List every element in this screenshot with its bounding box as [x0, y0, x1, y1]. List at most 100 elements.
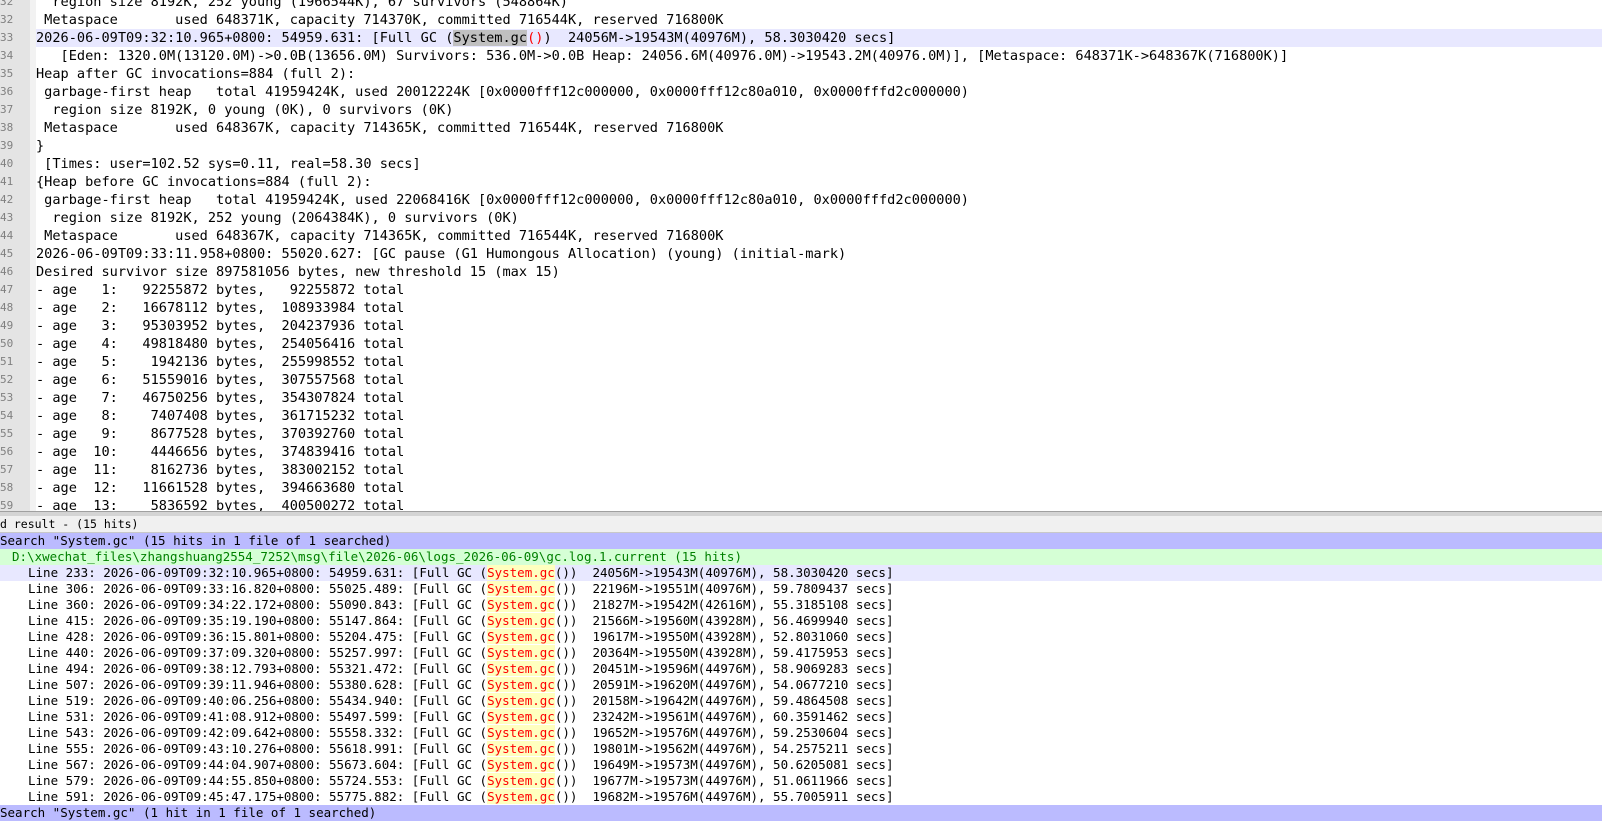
editor-line[interactable]: 53 - age 7: 46750256 bytes, 354307824 tot…	[0, 389, 1602, 407]
selected-match: System.gc	[453, 30, 528, 46]
editor-pane[interactable]: 32 region size 8192K, 252 young (1966544…	[0, 0, 1602, 511]
hit-match: System.gc	[487, 677, 555, 692]
find-results-panel[interactable]: Search "System.gc" (15 hits in 1 file of…	[0, 533, 1602, 829]
editor-line[interactable]: 40 [Times: user=102.52 sys=0.11, real=58…	[0, 155, 1602, 173]
hit-line-number: Line 543:	[28, 725, 96, 740]
hit-line[interactable]: Line 428: 2026-06-09T09:36:15.801+0800: …	[0, 629, 1602, 645]
editor-line[interactable]: 55 - age 9: 8677528 bytes, 370392760 tota…	[0, 425, 1602, 443]
editor-line[interactable]: 32 region size 8192K, 252 young (1966544…	[0, 0, 1602, 11]
hit-match: System.gc	[487, 581, 555, 596]
hit-line[interactable]: Line 415: 2026-06-09T09:35:19.190+0800: …	[0, 613, 1602, 629]
editor-line[interactable]: 34 [Eden: 1320.0M(13120.0M)->0.0B(13656.…	[0, 47, 1602, 65]
line-number-text: 37	[0, 103, 14, 116]
hit-text: 2026-06-09T09:44:04.907+0800: 55673.604:…	[95, 757, 488, 772]
line-number: 51	[0, 353, 30, 371]
hit-line[interactable]: Line 306: 2026-06-09T09:33:16.820+0800: …	[0, 581, 1602, 597]
hit-line[interactable]: Line 494: 2026-06-09T09:38:12.793+0800: …	[0, 661, 1602, 677]
line-number: 36	[0, 83, 30, 101]
code-text: - age 8: 7407408 bytes, 361715232 total	[36, 408, 405, 424]
line-number: 39	[0, 137, 30, 155]
editor-line[interactable]: 58 - age 12: 11661528 bytes, 394663680 to…	[0, 479, 1602, 497]
hit-text: ()) 21827M->19542M(42616M), 55.3185108 s…	[554, 597, 894, 612]
hit-line[interactable]: Line 519: 2026-06-09T09:40:06.256+0800: …	[0, 693, 1602, 709]
editor-line[interactable]: 45 2026-06-09T09:33:11.958+0800: 55020.62…	[0, 245, 1602, 263]
line-number-text: 52	[0, 373, 14, 386]
editor-line[interactable]: 56 - age 10: 4446656 bytes, 374839416 tot…	[0, 443, 1602, 461]
editor-lines[interactable]: 32 region size 8192K, 252 young (1966544…	[0, 0, 1602, 511]
hit-line-number: Line 507:	[28, 677, 96, 692]
hit-line-number: Line 579:	[28, 773, 96, 788]
line-number-text: 46	[0, 265, 14, 278]
line-number-text: 58	[0, 481, 14, 494]
hit-text: ()) 19649M->19573M(44976M), 50.6205081 s…	[554, 757, 894, 772]
hit-line-number: Line 440:	[28, 645, 96, 660]
hit-line[interactable]: Line 531: 2026-06-09T09:41:08.912+0800: …	[0, 709, 1602, 725]
brace-match: ()	[527, 30, 544, 46]
editor-line[interactable]: 42 garbage-first heap total 41959424K, u…	[0, 191, 1602, 209]
code-text: region size 8192K, 0 young (0K), 0 survi…	[36, 102, 454, 118]
hit-match: System.gc	[487, 773, 555, 788]
line-number: 56	[0, 443, 30, 461]
line-number: 43	[0, 209, 30, 227]
editor-line[interactable]: 44 Metaspace used 648367K, capacity 7143…	[0, 227, 1602, 245]
hit-line[interactable]: Line 440: 2026-06-09T09:37:09.320+0800: …	[0, 645, 1602, 661]
editor-line[interactable]: 57 - age 11: 8162736 bytes, 383002152 tot…	[0, 461, 1602, 479]
line-number: 54	[0, 407, 30, 425]
hit-text: ()) 22196M->19551M(40976M), 59.7809437 s…	[554, 581, 894, 596]
editor-line[interactable]: 51 - age 5: 1942136 bytes, 255998552 tota…	[0, 353, 1602, 371]
search-header[interactable]: Search "System.gc" (1 hit in 1 file of 1…	[0, 805, 1602, 821]
code-text: - age 9: 8677528 bytes, 370392760 total	[36, 426, 405, 442]
hit-line[interactable]: Line 591: 2026-06-09T09:45:47.175+0800: …	[0, 789, 1602, 805]
hit-match: System.gc	[487, 693, 555, 708]
code-text: garbage-first heap total 41959424K, used…	[36, 192, 969, 208]
editor-line[interactable]: 46 Desired survivor size 897581056 bytes,…	[0, 263, 1602, 281]
editor-line[interactable]: 47 - age 1: 92255872 bytes, 92255872 tota…	[0, 281, 1602, 299]
hit-match: System.gc	[487, 597, 555, 612]
editor-line[interactable]: 32 Metaspace used 648371K, capacity 7143…	[0, 11, 1602, 29]
search-header[interactable]: Search "System.gc" (15 hits in 1 file of…	[0, 533, 1602, 549]
line-number: 40	[0, 155, 30, 173]
line-number-text: 45	[0, 247, 14, 260]
hit-match: System.gc	[487, 757, 555, 772]
code-text: Metaspace used 648367K, capacity 714365K…	[36, 228, 724, 244]
editor-line[interactable]: 50 - age 4: 49818480 bytes, 254056416 tot…	[0, 335, 1602, 353]
code-text: {Heap before GC invocations=884 (full 2)…	[36, 174, 372, 190]
line-number: 35	[0, 65, 30, 83]
editor-line[interactable]: 52 - age 6: 51559016 bytes, 307557568 tot…	[0, 371, 1602, 389]
editor-line[interactable]: 36 garbage-first heap total 41959424K, u…	[0, 83, 1602, 101]
hit-text: 2026-06-09T09:44:55.850+0800: 55724.553:…	[95, 773, 488, 788]
hit-line[interactable]: Line 507: 2026-06-09T09:39:11.946+0800: …	[0, 677, 1602, 693]
hit-line[interactable]: Line 360: 2026-06-09T09:34:22.172+0800: …	[0, 597, 1602, 613]
editor-line[interactable]: 33 2026-06-09T09:32:10.965+0800: 54959.63…	[0, 29, 1602, 47]
editor-line[interactable]: 54 - age 8: 7407408 bytes, 361715232 tota…	[0, 407, 1602, 425]
editor-line[interactable]: 49 - age 3: 95303952 bytes, 204237936 tot…	[0, 317, 1602, 335]
line-number: 38	[0, 119, 30, 137]
line-number-text: 51	[0, 355, 14, 368]
editor-line[interactable]: 43 region size 8192K, 252 young (2064384…	[0, 209, 1602, 227]
hit-line[interactable]: Line 555: 2026-06-09T09:43:10.276+0800: …	[0, 741, 1602, 757]
file-header[interactable]: D:\xwechat_files\zhangshuang2554_7252\ms…	[0, 549, 1602, 565]
editor-line[interactable]: 41 {Heap before GC invocations=884 (full …	[0, 173, 1602, 191]
code-segment: 2026-06-09T09:32:10.965+0800: 54959.631:…	[36, 30, 454, 46]
hit-text: ()) 19652M->19576M(44976M), 59.2530604 s…	[554, 725, 894, 740]
editor-line[interactable]: 37 region size 8192K, 0 young (0K), 0 su…	[0, 101, 1602, 119]
hit-text: 2026-06-09T09:36:15.801+0800: 55204.475:…	[95, 629, 488, 644]
hit-match: System.gc	[487, 709, 555, 724]
code-text: - age 3: 95303952 bytes, 204237936 total	[36, 318, 405, 334]
code-text: [Eden: 1320.0M(13120.0M)->0.0B(13656.0M)…	[36, 48, 1289, 64]
hit-line[interactable]: Line 579: 2026-06-09T09:44:55.850+0800: …	[0, 773, 1602, 789]
hit-match: System.gc	[487, 725, 555, 740]
line-number: 53	[0, 389, 30, 407]
hit-line[interactable]: Line 233: 2026-06-09T09:32:10.965+0800: …	[0, 565, 1602, 581]
editor-line[interactable]: 38 Metaspace used 648367K, capacity 7143…	[0, 119, 1602, 137]
editor-line[interactable]: 35 Heap after GC invocations=884 (full 2)…	[0, 65, 1602, 83]
line-number-text: 35	[0, 67, 14, 80]
editor-line[interactable]: 48 - age 2: 16678112 bytes, 108933984 tot…	[0, 299, 1602, 317]
line-number-text: 42	[0, 193, 14, 206]
line-number: 52	[0, 371, 30, 389]
hit-line[interactable]: Line 567: 2026-06-09T09:44:04.907+0800: …	[0, 757, 1602, 773]
editor-line[interactable]: 59 - age 13: 5836592 bytes, 400500272 tot…	[0, 497, 1602, 511]
hit-line[interactable]: Line 543: 2026-06-09T09:42:09.642+0800: …	[0, 725, 1602, 741]
line-number-text: 47	[0, 283, 14, 296]
editor-line[interactable]: 39}	[0, 137, 1602, 155]
